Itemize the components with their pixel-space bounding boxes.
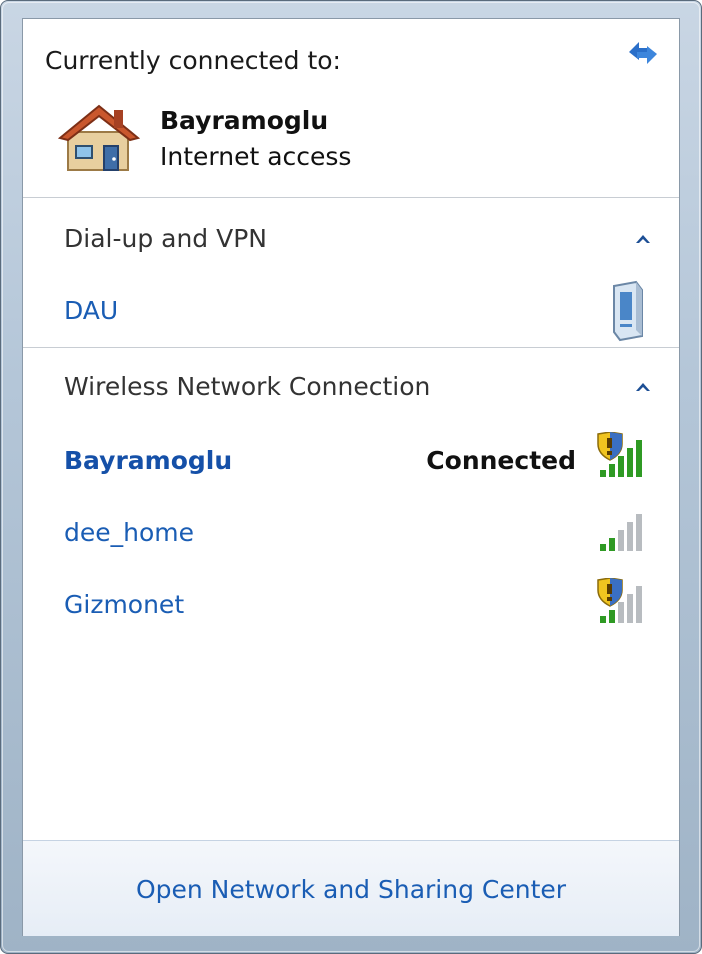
- network-item-dau[interactable]: DAU: [64, 296, 118, 325]
- network-item-bayramoglu[interactable]: Bayramoglu: [64, 446, 232, 475]
- section-divider: [23, 347, 679, 348]
- current-network-status: Internet access: [160, 142, 352, 171]
- network-item-dee-home[interactable]: dee_home: [64, 518, 194, 547]
- dialup-connection-icon: [613, 280, 643, 342]
- dialup-section-heading[interactable]: Dial-up and VPN: [64, 224, 267, 253]
- house-icon: [58, 104, 140, 171]
- wifi-signal-icon: [600, 514, 642, 551]
- current-connection-heading: Currently connected to:: [45, 46, 341, 75]
- shield-icon: [597, 578, 623, 607]
- current-network-name: Bayramoglu: [160, 106, 329, 135]
- shield-icon: [597, 432, 623, 461]
- chevron-up-icon[interactable]: [633, 380, 653, 394]
- wifi-signal-icon: [597, 432, 642, 477]
- chevron-up-icon[interactable]: [633, 232, 653, 246]
- wireless-section-heading[interactable]: Wireless Network Connection: [64, 372, 430, 401]
- network-item-gizmonet[interactable]: Gizmonet: [64, 590, 184, 619]
- open-network-sharing-center-link[interactable]: Open Network and Sharing Center: [23, 875, 679, 904]
- wifi-signal-icon: [597, 578, 642, 623]
- refresh-icon[interactable]: [623, 36, 663, 70]
- section-divider: [23, 197, 679, 198]
- flyout-footer: Open Network and Sharing Center: [23, 840, 679, 936]
- connection-status-label: Connected: [426, 446, 576, 475]
